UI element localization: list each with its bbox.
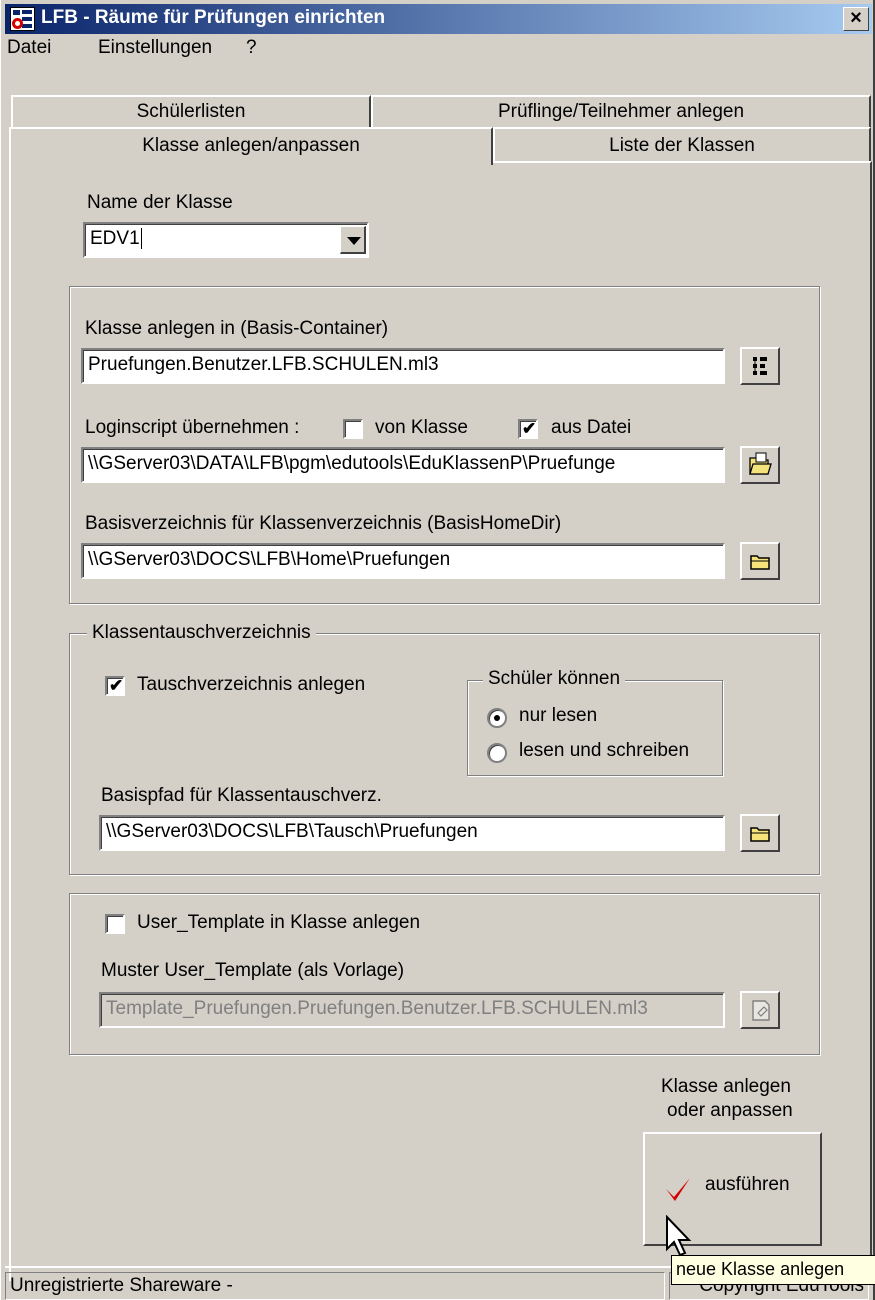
tab-label: Liste der Klassen [609,135,755,156]
loginscript-value: \\GServer03\DATA\LFB\pgm\edutools\EduKla… [88,453,616,474]
create-exchange-checkbox[interactable]: ✔ [105,676,125,696]
template-pattern-label: Muster User_Template (als Vorlage) [101,960,405,981]
class-name-dropdown-button[interactable] [340,226,366,254]
checkmark-icon: ✔ [522,419,537,438]
open-file-icon [749,452,772,475]
loginscript-input[interactable]: \\GServer03\DATA\LFB\pgm\edutools\EduKla… [81,447,725,483]
tab-liste-klassen[interactable]: Liste der Klassen [493,127,871,162]
from-class-checkbox[interactable] [343,419,363,439]
container-input[interactable]: Pruefungen.Benutzer.LFB.SCHULEN.ml3 [81,348,725,384]
create-template-label: User_Template in Klasse anlegen [137,912,421,933]
container-label: Klasse anlegen in (Basis-Container) [85,318,389,339]
menu-help[interactable]: ? [246,37,257,59]
from-class-label: von Klasse [375,417,468,438]
from-file-checkbox[interactable]: ✔ [518,419,538,439]
title-bar[interactable]: LFB - Räume für Prüfungen einrichten × [5,4,872,34]
class-name-value: EDV1 [90,228,140,249]
menu-datei[interactable]: Datei [7,37,51,59]
tab-klasse-anlegen[interactable]: Klasse anlegen/anpassen [9,127,493,165]
tab-schuelerlisten[interactable]: Schülerlisten [11,95,371,127]
mouse-pointer-icon [666,1215,692,1257]
read-only-radio[interactable] [487,708,507,728]
tab-label: Klasse anlegen/anpassen [142,135,360,156]
read-write-label: lesen und schreiben [519,740,690,761]
tooltip: neue Klasse anlegen [671,1255,875,1285]
exchange-group-caption: Klassentauschverzeichnis [87,622,316,644]
tree-browse-icon [753,357,767,375]
homedir-label: Basisverzeichnis für Klassenverzeichnis … [85,513,562,534]
menu-bar: Datei Einstellungen ? [5,34,872,64]
close-icon: × [850,7,862,29]
app-window: LFB - Räume für Prüfungen einrichten × D… [0,0,875,1300]
tab-label: Schülerlisten [136,101,246,122]
browse-template-button [740,991,780,1029]
from-file-label: aus Datei [551,417,632,438]
tab-prueflinge[interactable]: Prüflinge/Teilnehmer anlegen [371,95,871,127]
create-exchange-label: Tauschverzeichnis anlegen [137,674,366,695]
exchange-path-input[interactable]: \\GServer03\DOCS\LFB\Tausch\Pruefungen [99,815,725,851]
radio-dot [494,715,500,721]
browse-tree-button[interactable] [740,347,780,385]
template-pattern-input: Template_Pruefungen.Pruefungen.Benutzer.… [99,992,725,1028]
homedir-input[interactable]: \\GServer03\DOCS\LFB\Home\Pruefungen [81,543,725,579]
homedir-value: \\GServer03\DOCS\LFB\Home\Pruefungen [88,549,451,570]
students-permission-caption: Schüler können [483,668,626,690]
close-button[interactable]: × [843,7,869,31]
read-only-label: nur lesen [519,705,598,726]
create-template-checkbox[interactable] [105,914,125,934]
browse-exchange-button[interactable] [740,814,780,852]
app-icon [10,7,35,31]
menu-einstellungen[interactable]: Einstellungen [98,37,212,59]
checkmark-icon: ✔ [109,676,124,695]
loginscript-label: Loginscript übernehmen : [85,417,300,438]
template-pattern-value: Template_Pruefungen.Pruefungen.Benutzer.… [106,998,648,1019]
window-title: LFB - Räume für Prüfungen einrichten [41,7,386,28]
tooltip-text: neue Klasse anlegen [676,1259,845,1279]
status-left-text: Unregistrierte Shareware - [10,1275,233,1296]
status-pane-left: Unregistrierte Shareware - [5,1272,665,1300]
action-caption-line2: oder anpassen [667,1100,793,1121]
container-value: Pruefungen.Benutzer.LFB.SCHULEN.ml3 [88,354,439,375]
tab-label: Prüflinge/Teilnehmer anlegen [497,101,745,122]
exchange-path-value: \\GServer03\DOCS\LFB\Tausch\Pruefungen [106,821,478,842]
action-caption-line1: Klasse anlegen [661,1076,791,1097]
execute-button-label: ausführen [705,1174,790,1195]
template-doc-icon [752,1000,770,1021]
exchange-path-label: Basispfad für Klassentauschverz. [101,785,382,806]
folder-icon [750,555,770,570]
class-name-label: Name der Klasse [87,192,233,213]
class-name-combo[interactable]: EDV1 [83,222,369,258]
folder-icon [750,827,770,842]
open-loginscript-button[interactable] [740,446,780,484]
red-checkmark-icon [666,1178,690,1201]
read-write-radio[interactable] [487,743,507,763]
browse-homedir-button[interactable] [740,542,780,580]
